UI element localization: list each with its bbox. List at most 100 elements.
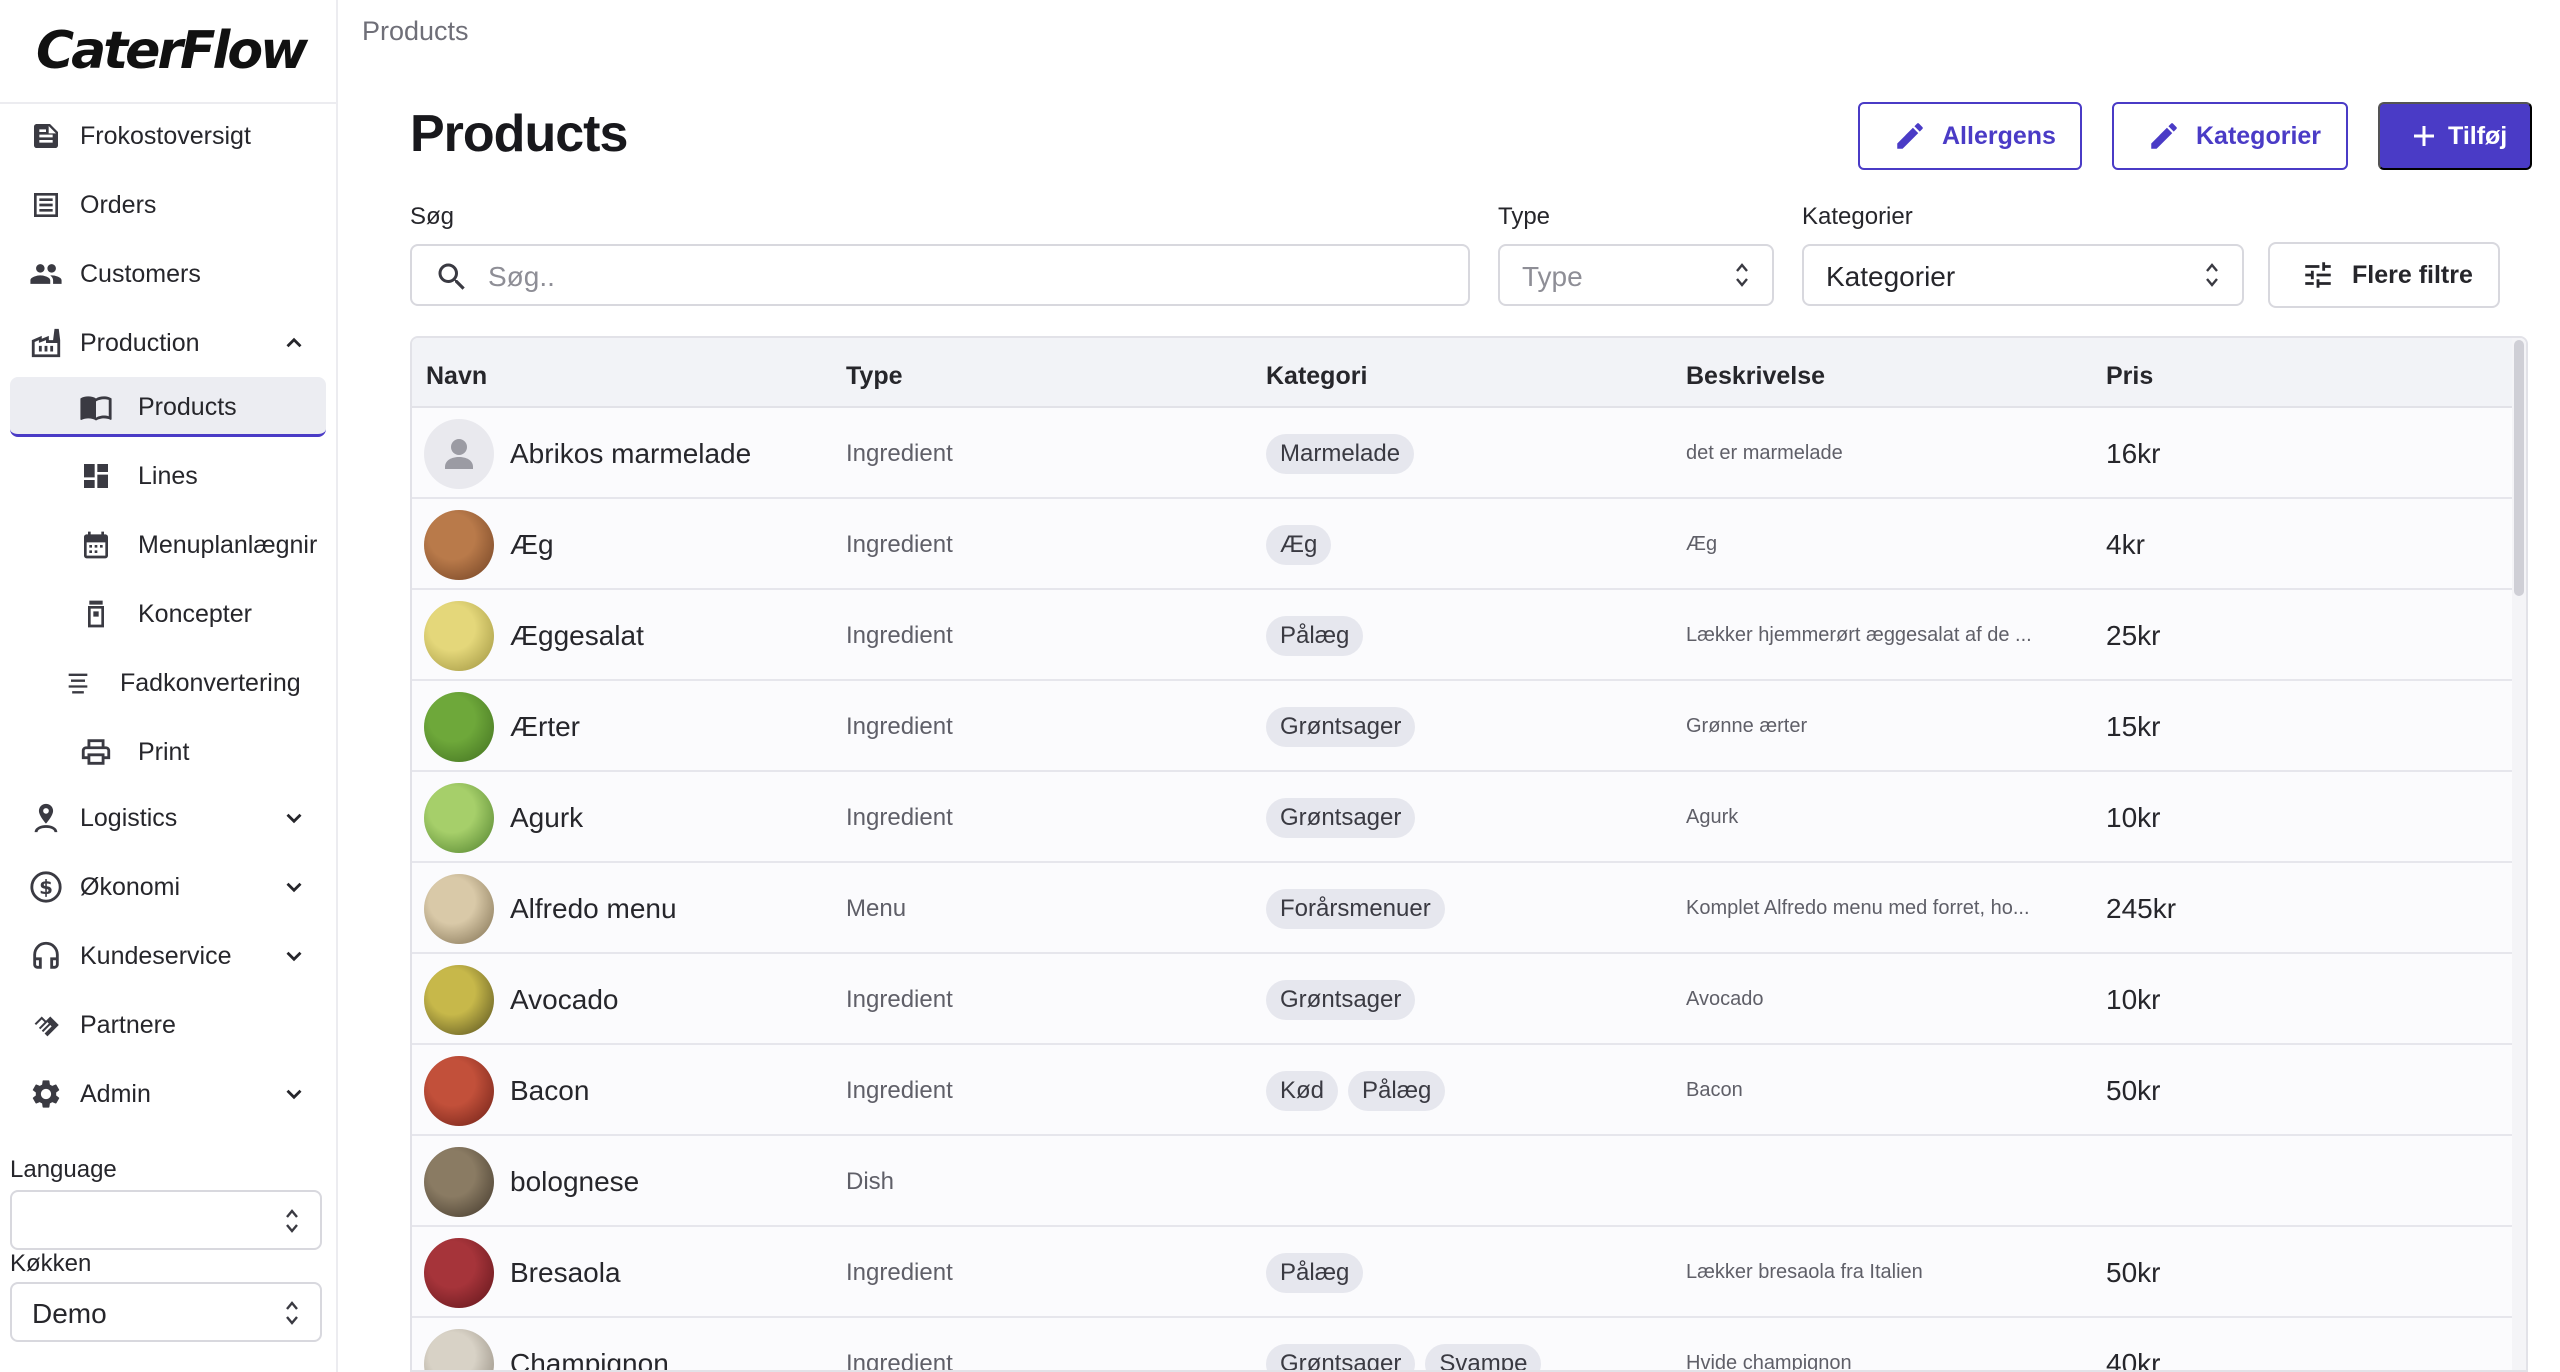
column-header-price[interactable]: Pris <box>2106 362 2153 391</box>
handshake-icon <box>28 1007 64 1043</box>
table-scrollbar[interactable] <box>2512 338 2526 1370</box>
product-name[interactable]: bolognese <box>510 1166 639 1198</box>
table-row[interactable]: Avocado Ingredient Grøntsager Avocado 10kr <box>412 954 2526 1045</box>
cell-price: 25kr <box>2106 619 2161 651</box>
column-header-description[interactable]: Beskrivelse <box>1686 362 1825 391</box>
cell-price <box>2106 1136 2406 1227</box>
sidebar-item-label: Orders <box>80 190 157 219</box>
chevron-down-icon[interactable] <box>280 1080 308 1108</box>
column-header-name[interactable]: Navn <box>426 362 487 391</box>
type-label: Type <box>1498 203 1551 230</box>
chevron-down-icon[interactable] <box>280 873 308 901</box>
product-name[interactable]: Agurk <box>510 802 583 834</box>
sidebar-item-label: Frokostoversigt <box>80 121 251 150</box>
category-select[interactable]: Kategorier <box>1802 244 2244 306</box>
table-row[interactable]: Ærter Ingredient Grøntsager Grønne ærter 15k… <box>412 681 2526 772</box>
sidebar-item-customers[interactable]: Customers <box>10 244 326 304</box>
sidebar-item-production[interactable]: Production <box>10 313 326 373</box>
cell-type: Ingredient <box>846 803 953 831</box>
category-value: Kategorier <box>1826 261 1956 292</box>
sidebar-item-partnere[interactable]: Partnere <box>10 995 326 1055</box>
up-down-icon <box>286 1209 298 1233</box>
search-icon <box>434 259 470 300</box>
language-select[interactable] <box>10 1190 322 1250</box>
categories-button[interactable]: Kategorier <box>2112 102 2348 170</box>
sidebar-item-frokostoversigt[interactable]: Frokostoversigt <box>10 106 326 166</box>
add-product-button[interactable]: Tilføj <box>2378 102 2532 170</box>
table-row[interactable]: Agurk Ingredient Grøntsager Agurk 10kr <box>412 772 2526 863</box>
cell-price: 245kr <box>2106 892 2177 924</box>
sidebar-subitem-lines[interactable]: Lines <box>10 446 326 506</box>
cell-name: Agurk <box>424 772 834 863</box>
sidebar-subitem-koncepter[interactable]: Koncepter <box>10 584 326 644</box>
table-row[interactable]: Æg Ingredient Æg Æg 4kr <box>412 499 2526 590</box>
cell-price: 15kr <box>2106 710 2161 742</box>
kitchen-select[interactable]: Demo <box>10 1282 322 1342</box>
cell-description: Hvide champignon <box>1686 1352 1852 1372</box>
cell-category: Grøntsager Svampe <box>1266 1318 1666 1370</box>
product-image <box>424 782 494 853</box>
cell-type: Menu <box>846 894 907 922</box>
table-row[interactable]: Æggesalat Ingredient Pålæg Lækker hjemmerør… <box>412 590 2526 681</box>
sidebar-item-label: Admin <box>80 1079 151 1108</box>
logo-divider <box>0 102 338 104</box>
product-name[interactable]: Bacon <box>510 1075 589 1107</box>
chevron-down-icon[interactable] <box>280 804 308 832</box>
table-row[interactable]: Champignon Ingredient Grøntsager Svampe Hvid… <box>412 1318 2526 1372</box>
sidebar-item-logistics[interactable]: Logistics <box>10 788 326 848</box>
cell-description: Æg <box>1686 533 1718 555</box>
cell-category: Pålæg <box>1266 1227 1666 1318</box>
column-header-type[interactable]: Type <box>846 362 903 391</box>
product-name[interactable]: Bresaola <box>510 1257 621 1289</box>
more-filters-button[interactable]: Flere filtre <box>2268 242 2500 308</box>
cell-price: 40kr <box>2106 1347 2161 1372</box>
sidebar-item-orders[interactable]: Orders <box>10 175 326 235</box>
cell-name: Abrikos marmelade <box>424 408 834 499</box>
allergens-button-label: Allergens <box>1942 121 2056 150</box>
category-chip: Pålæg <box>1266 1252 1364 1293</box>
sidebar-item-kundeservice[interactable]: Kundeservice <box>10 926 326 986</box>
product-name[interactable]: Champignon <box>510 1348 669 1371</box>
cell-name: bolognese <box>424 1136 834 1227</box>
sidebar-subitem-products[interactable]: Products <box>10 377 326 437</box>
product-name[interactable]: Ærter <box>510 711 580 743</box>
product-image <box>424 1328 494 1370</box>
product-name[interactable]: Æg <box>510 529 554 561</box>
logo-text: CaterFlow <box>36 21 308 81</box>
sidebar-subitem-fadkonvertering[interactable]: Fadkonvertering <box>10 653 326 713</box>
up-down-icon <box>1736 263 1748 287</box>
products-table: Navn Type Kategori Beskrivelse Pris Abri… <box>410 336 2528 1372</box>
kitchen-value: Demo <box>32 1298 107 1329</box>
type-select[interactable]: Type <box>1498 244 1774 306</box>
gear-icon <box>28 1076 64 1112</box>
sidebar-subitem-label: Fadkonvertering <box>120 669 301 697</box>
sidebar-item-label: Production <box>80 328 200 357</box>
language-label: Language <box>10 1156 117 1183</box>
table-row[interactable]: Abrikos marmelade Ingredient Marmelade det … <box>412 408 2526 499</box>
product-name[interactable]: Avocado <box>510 984 618 1016</box>
scrollbar-thumb[interactable] <box>2514 340 2524 596</box>
product-name[interactable]: Alfredo menu <box>510 893 677 925</box>
column-header-category[interactable]: Kategori <box>1266 362 1367 391</box>
jar-icon <box>78 596 114 632</box>
sidebar-subitem-label: Print <box>138 738 190 766</box>
product-name[interactable]: Æggesalat <box>510 620 644 652</box>
table-row[interactable]: Bresaola Ingredient Pålæg Lækker bresaola f… <box>412 1227 2526 1318</box>
allergens-button[interactable]: Allergens <box>1858 102 2082 170</box>
caterflow-logo[interactable]: CaterFlow <box>36 18 308 84</box>
search-input[interactable]: Søg.. <box>410 244 1470 306</box>
sidebar-subitem-menuplanlaegning[interactable]: Menuplanlægnir <box>10 515 326 575</box>
table-row[interactable]: bolognese Dish <box>412 1136 2526 1227</box>
cell-type: Ingredient <box>846 439 953 467</box>
chevron-up-icon[interactable] <box>280 329 308 357</box>
sidebar-item-okonomi[interactable]: $ Økonomi <box>10 857 326 917</box>
sidebar-subitem-print[interactable]: Print <box>10 722 326 782</box>
table-row[interactable]: Bacon Ingredient Kød Pålæg Bacon 50kr <box>412 1045 2526 1136</box>
product-name[interactable]: Abrikos marmelade <box>510 438 751 470</box>
cell-name: Bacon <box>424 1045 834 1136</box>
sidebar-item-admin[interactable]: Admin <box>10 1064 326 1124</box>
cell-category: Grøntsager <box>1266 681 1666 772</box>
product-image <box>424 1055 494 1126</box>
table-row[interactable]: Alfredo menu Menu Forårsmenuer Komplet Alfr… <box>412 863 2526 954</box>
chevron-down-icon[interactable] <box>280 942 308 970</box>
